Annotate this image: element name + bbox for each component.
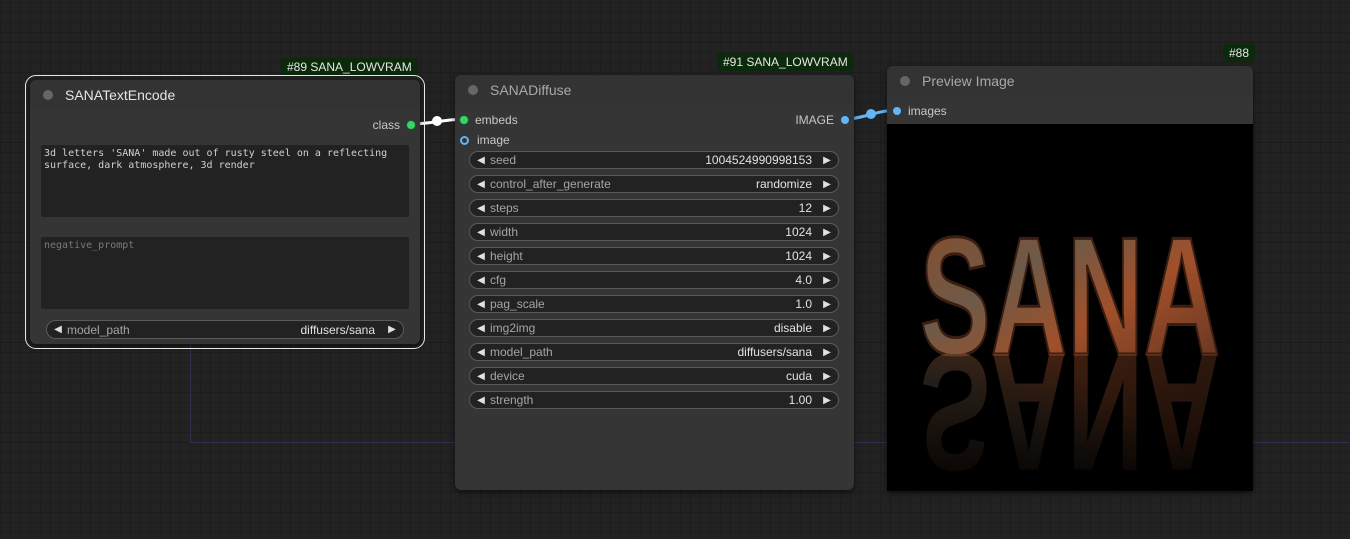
- widget-value: disable: [773, 321, 812, 335]
- sana-diffuse-node[interactable]: SANADiffuse embeds image IMAGE ◀ seed 10…: [455, 75, 854, 490]
- decrement-arrow-icon[interactable]: ◀: [474, 395, 488, 406]
- increment-arrow-icon[interactable]: ▶: [820, 347, 834, 358]
- widget-value: 1004524990998153: [705, 153, 812, 167]
- widget-label: model_path: [67, 322, 130, 337]
- input-connector-icon[interactable]: [460, 135, 469, 145]
- slot-label: class: [372, 118, 400, 132]
- widget-value: diffusers/sana: [300, 322, 376, 337]
- increment-arrow-icon[interactable]: ▶: [385, 324, 399, 335]
- sana-text-encode-node[interactable]: SANATextEncode class 3d letters 'SANA' m…: [25, 75, 425, 349]
- widget-label: img2img: [490, 321, 536, 335]
- width-widget[interactable]: ◀ width 1024 ▶: [469, 223, 839, 241]
- decrement-arrow-icon[interactable]: ◀: [474, 227, 488, 238]
- decrement-arrow-icon[interactable]: ◀: [474, 323, 488, 334]
- widget-label: control_after_generate: [490, 177, 611, 191]
- widget-label: seed: [490, 153, 517, 167]
- preview-image-node[interactable]: Preview Image images SANA SANA: [887, 66, 1253, 491]
- decrement-arrow-icon[interactable]: ◀: [474, 251, 488, 262]
- node-title: SANADiffuse: [490, 82, 572, 98]
- widget-label: width: [490, 225, 519, 239]
- widget-value: 1024: [785, 225, 812, 239]
- widget-value: randomize: [755, 177, 812, 191]
- node-id-badge: #88: [1223, 44, 1256, 62]
- widget-label: cfg: [490, 273, 507, 287]
- decrement-arrow-icon[interactable]: ◀: [474, 203, 488, 214]
- widget-value: cuda: [785, 369, 812, 383]
- widget-label: pag_scale: [490, 297, 545, 311]
- node-id-badge: #91 SANA_LOWVRAM: [717, 53, 854, 71]
- widget-label: strength: [490, 393, 534, 407]
- decrement-arrow-icon[interactable]: ◀: [474, 299, 488, 310]
- increment-arrow-icon[interactable]: ▶: [820, 275, 834, 286]
- widget-value: 1.0: [795, 297, 812, 311]
- slot-label: image: [477, 133, 510, 147]
- output-slot-image[interactable]: IMAGE: [795, 113, 849, 127]
- control-after-generate-widget[interactable]: ◀ control_after_generate randomize ▶: [469, 175, 839, 193]
- output-slot-class[interactable]: class: [373, 118, 415, 132]
- increment-arrow-icon[interactable]: ▶: [820, 179, 834, 190]
- clip-link-midpoint: [432, 116, 442, 126]
- widget-label: model_path: [490, 345, 553, 359]
- height-widget[interactable]: ◀ height 1024 ▶: [469, 247, 839, 265]
- node-id-badge: #89 SANA_LOWVRAM: [281, 58, 418, 76]
- pag-scale-widget[interactable]: ◀ pag_scale 1.0 ▶: [469, 295, 839, 313]
- steps-widget[interactable]: ◀ steps 12 ▶: [469, 199, 839, 217]
- output-connector-icon[interactable]: [407, 121, 415, 129]
- node-header[interactable]: SANADiffuse: [455, 75, 854, 105]
- input-connector-icon[interactable]: [893, 107, 901, 115]
- slot-label: IMAGE: [795, 113, 834, 127]
- widget-value: 4.0: [795, 273, 812, 287]
- widget-label: steps: [490, 201, 519, 215]
- decrement-arrow-icon[interactable]: ◀: [51, 324, 65, 335]
- increment-arrow-icon[interactable]: ▶: [820, 227, 834, 238]
- node-header[interactable]: Preview Image: [887, 66, 1253, 96]
- input-slot-embeds[interactable]: embeds: [460, 113, 518, 127]
- increment-arrow-icon[interactable]: ▶: [820, 155, 834, 166]
- decrement-arrow-icon[interactable]: ◀: [474, 347, 488, 358]
- widget-value: 1.00: [788, 393, 812, 407]
- prompt-textarea[interactable]: 3d letters 'SANA' made out of rusty stee…: [41, 145, 409, 217]
- output-connector-icon[interactable]: [841, 116, 849, 124]
- input-slot-image[interactable]: image: [460, 133, 510, 147]
- widget-label: height: [490, 249, 523, 263]
- increment-arrow-icon[interactable]: ▶: [820, 371, 834, 382]
- img2img-widget[interactable]: ◀ img2img disable ▶: [469, 319, 839, 337]
- node-title: SANATextEncode: [65, 87, 176, 103]
- increment-arrow-icon[interactable]: ▶: [820, 203, 834, 214]
- decrement-arrow-icon[interactable]: ◀: [474, 275, 488, 286]
- widget-label: device: [490, 369, 525, 383]
- device-widget[interactable]: ◀ device cuda ▶: [469, 367, 839, 385]
- node-header[interactable]: SANATextEncode: [30, 80, 420, 110]
- slot-label: images: [908, 104, 947, 118]
- increment-arrow-icon[interactable]: ▶: [820, 251, 834, 262]
- collapse-dot-icon[interactable]: [468, 85, 478, 95]
- increment-arrow-icon[interactable]: ▶: [820, 395, 834, 406]
- model-path-widget[interactable]: ◀ model_path diffusers/sana ▶: [469, 343, 839, 361]
- decrement-arrow-icon[interactable]: ◀: [474, 179, 488, 190]
- increment-arrow-icon[interactable]: ▶: [820, 323, 834, 334]
- model-path-widget[interactable]: ◀ model_path diffusers/sana ▶: [46, 320, 404, 339]
- increment-arrow-icon[interactable]: ▶: [820, 299, 834, 310]
- decrement-arrow-icon[interactable]: ◀: [474, 155, 488, 166]
- widget-value: diffusers/sana: [737, 345, 813, 359]
- slot-label: embeds: [475, 113, 518, 127]
- negative-prompt-textarea[interactable]: negative_prompt: [41, 237, 409, 309]
- image-link-midpoint: [866, 109, 876, 119]
- seed-widget[interactable]: ◀ seed 1004524990998153 ▶: [469, 151, 839, 169]
- node-title: Preview Image: [922, 73, 1015, 89]
- input-connector-icon[interactable]: [460, 116, 468, 124]
- input-slot-images[interactable]: images: [893, 104, 947, 118]
- widget-value: 1024: [785, 249, 812, 263]
- sana-render-image: SANA SANA: [887, 124, 1253, 491]
- preview-image[interactable]: SANA SANA: [887, 124, 1253, 491]
- strength-widget[interactable]: ◀ strength 1.00 ▶: [469, 391, 839, 409]
- widget-value: 12: [798, 201, 812, 215]
- collapse-dot-icon[interactable]: [900, 76, 910, 86]
- decrement-arrow-icon[interactable]: ◀: [474, 371, 488, 382]
- cfg-widget[interactable]: ◀ cfg 4.0 ▶: [469, 271, 839, 289]
- collapse-dot-icon[interactable]: [43, 90, 53, 100]
